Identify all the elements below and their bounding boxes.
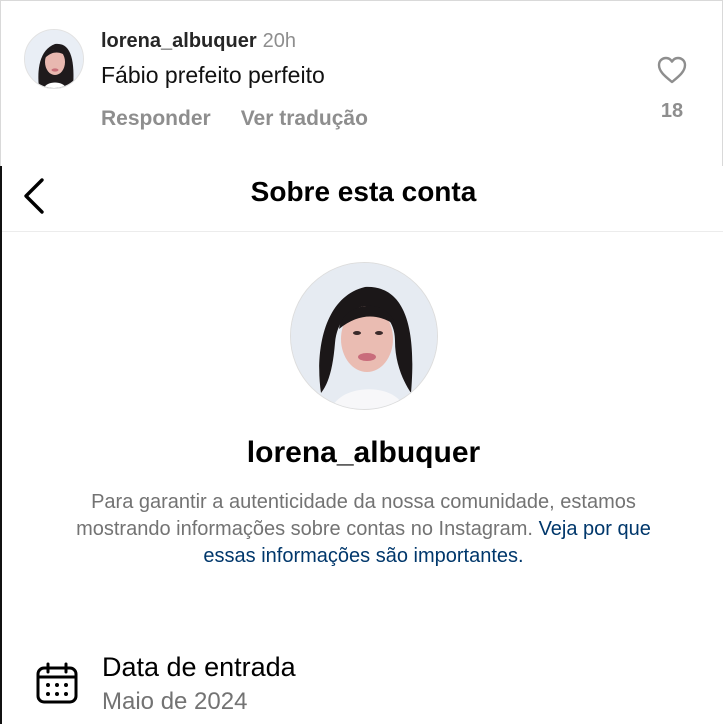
profile-username: lorena_albuquer [246, 436, 481, 469]
heart-outline-icon[interactable] [656, 55, 688, 85]
chevron-left-icon[interactable] [20, 174, 50, 218]
page-title: Sobre esta conta [250, 176, 477, 207]
comment-text: Fábio prefeito perfeito [101, 62, 325, 88]
comment-actions: Responder Ver tradução [101, 107, 398, 131]
translate-button[interactable]: Ver tradução [241, 107, 368, 130]
comment-time: 20h [262, 30, 296, 52]
joined-value: Maio de 2024 [102, 688, 248, 715]
joined-label: Data de entrada [102, 652, 296, 682]
calendar-icon [36, 662, 78, 704]
header-divider [2, 231, 723, 232]
profile-avatar [290, 262, 438, 410]
reply-button[interactable]: Responder [101, 107, 211, 130]
comment-avatar[interactable] [24, 29, 84, 89]
info-description: Para garantir a autenticidade da nossa c… [72, 489, 655, 570]
comment-username[interactable]: lorena_albuquer [101, 30, 257, 52]
about-account-panel: Sobre esta conta lorena_albuquer Para ga… [0, 166, 723, 724]
comment-card: lorena_albuquer 20h Fábio prefeito perfei… [0, 0, 723, 166]
like-count: 18 [660, 100, 684, 122]
comment-header: lorena_albuquer 20h [101, 30, 296, 53]
